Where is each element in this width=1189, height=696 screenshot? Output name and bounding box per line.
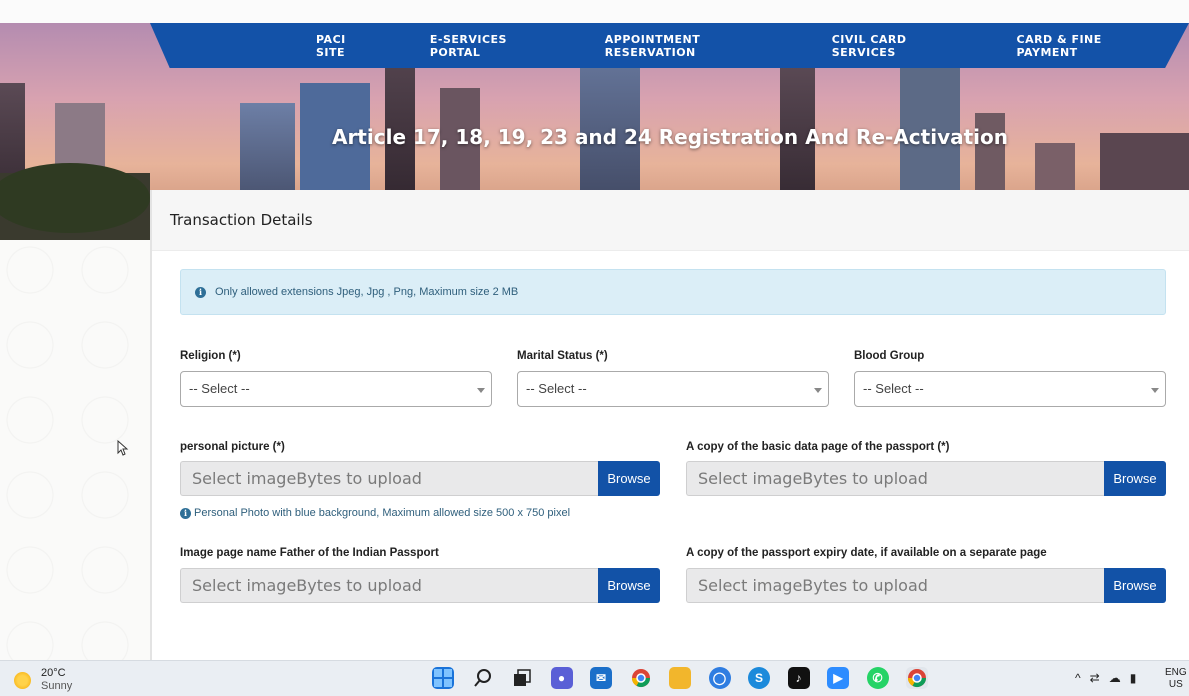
weather-temp: 20°C [41,667,66,679]
nav-item-e-services-portal[interactable]: E-SERVICES PORTAL [411,33,547,59]
whatsapp-icon[interactable]: ✆ [866,667,889,689]
weather-text: 20°C Sunny [41,667,72,693]
cloud-icon[interactable]: ☁ [1109,671,1121,685]
page-title: Article 17, 18, 19, 23 and 24 Registrati… [331,125,1009,149]
personal-picture-input[interactable]: Select imageBytes to upload [180,461,598,496]
passport-expiry-input[interactable]: Select imageBytes to upload [686,568,1104,603]
personal-picture-browse-button[interactable]: Browse [598,461,660,496]
passport-basic-page-browse-button[interactable]: Browse [1104,461,1166,496]
top-strip [0,0,1189,23]
windows-start-icon[interactable] [432,667,454,689]
file-explorer-icon[interactable] [669,667,691,689]
personal-picture-label: personal picture (*) [180,441,285,453]
marital-status-label: Marital Status (*) [517,350,608,362]
passport-expiry-browse-button[interactable]: Browse [1104,568,1166,603]
passport-basic-page-upload: Select imageBytes to upload Browse [686,461,1166,496]
info-icon: i [195,286,206,298]
region-code: US [1168,679,1183,690]
mail-icon[interactable]: ✉ [590,667,612,689]
chat-bubble-icon[interactable]: ◯ [708,667,731,689]
passport-expiry-label: A copy of the passport expiry date, if a… [686,547,1047,559]
card-header: Transaction Details [152,190,1189,251]
nav-item-appointment-reservation[interactable]: APPOINTMENT RESERVATION [586,33,774,59]
tiktok-icon[interactable]: ♪ [787,667,810,689]
religion-label: Religion (*) [180,350,241,362]
teams-chat-icon[interactable]: ● [550,667,573,689]
chevron-down-icon [1151,388,1159,393]
language-code: ENG [1165,667,1187,678]
passport-expiry-upload: Select imageBytes to upload Browse [686,568,1166,603]
chevron-up-icon[interactable]: ^ [1075,671,1081,685]
blood-group-label: Blood Group [854,350,925,362]
zoom-icon[interactable]: ▶ [827,667,849,689]
photo-helper-label: Personal Photo with blue background, Max… [194,507,571,519]
blood-group-select[interactable]: -- Select -- [854,371,1166,407]
marital-status-select-value: -- Select -- [526,381,587,396]
info-icon: i [180,507,191,519]
card-title: Transaction Details [170,211,313,229]
father-passport-label: Image page name Father of the Indian Pas… [180,547,439,559]
religion-select[interactable]: -- Select -- [180,371,492,407]
marital-status-select[interactable]: -- Select -- [517,371,829,407]
weather-widget[interactable]: 20°C Sunny [14,667,72,693]
sun-icon [14,671,31,689]
photo-helper-text: i Personal Photo with blue background, M… [180,507,570,519]
skype-icon[interactable]: S [748,667,770,689]
chrome-active-icon[interactable] [906,667,928,689]
weather-condition: Sunny [41,680,73,692]
volume-icon[interactable]: ▮ [1130,671,1137,685]
nav-item-card-fine-payment[interactable]: CARD & FINE PAYMENT [998,33,1151,59]
info-alert: i Only allowed extensions Jpeg, Jpg , Pn… [180,269,1166,315]
task-view-icon[interactable] [511,667,533,689]
chevron-down-icon [814,388,822,393]
language-indicator[interactable]: ENG US [1165,667,1187,691]
network-icon[interactable]: ⇄ [1090,671,1100,685]
taskbar-apps: ● ✉ ◯ S ♪ ▶ ✆ [432,667,946,689]
nav-item-civil-card-services[interactable]: CIVIL CARD SERVICES [813,33,959,59]
father-passport-browse-button[interactable]: Browse [598,568,660,603]
religion-select-value: -- Select -- [189,381,250,396]
nav-items: PACI SITE E-SERVICES PORTAL APPOINTMENT … [297,23,1189,68]
chevron-down-icon [477,388,485,393]
passport-basic-page-label: A copy of the basic data page of the pas… [686,441,950,453]
father-passport-upload: Select imageBytes to upload Browse [180,568,660,603]
system-tray: ^ ⇄ ☁ ▮ [1075,671,1145,685]
blood-group-select-value: -- Select -- [863,381,924,396]
mouse-cursor-icon [117,440,129,456]
transaction-card: Transaction Details i Only allowed exten… [150,190,1189,660]
taskbar: 20°C Sunny ● ✉ ◯ S ♪ ▶ ✆ ^ ⇄ ☁ ▮ ENG US [0,660,1189,696]
search-icon[interactable] [472,667,494,689]
alert-text: Only allowed extensions Jpeg, Jpg , Png,… [215,286,519,298]
personal-picture-upload: Select imageBytes to upload Browse [180,461,660,496]
father-passport-input[interactable]: Select imageBytes to upload [180,568,598,603]
chrome-icon[interactable] [630,667,652,689]
nav-item-paci-site[interactable]: PACI SITE [297,33,372,59]
passport-basic-page-input[interactable]: Select imageBytes to upload [686,461,1104,496]
